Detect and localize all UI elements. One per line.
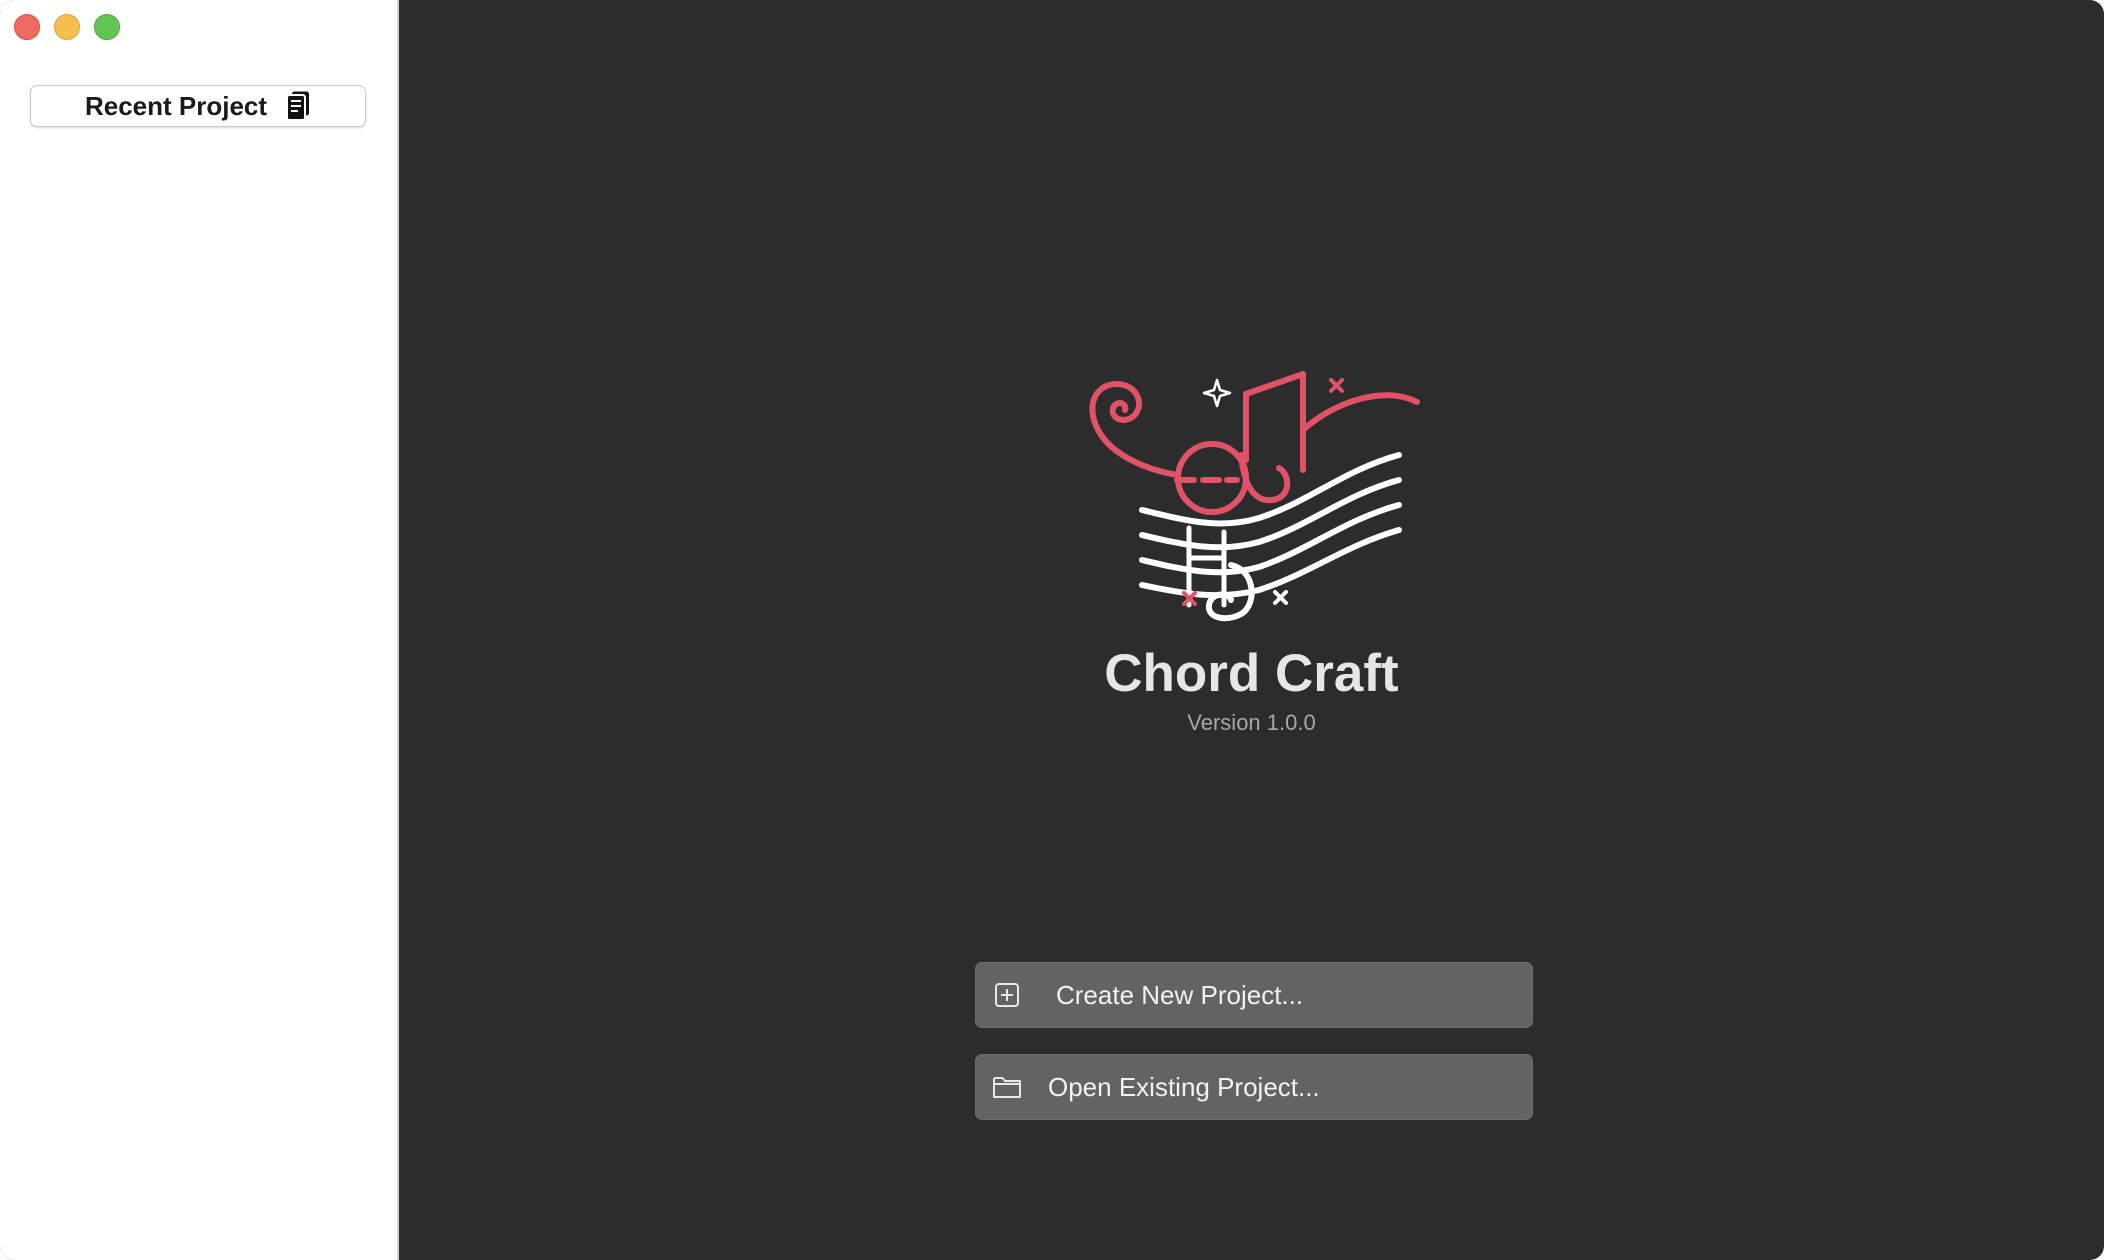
sidebar: Recent Project: [0, 0, 399, 1260]
plus-square-icon: [995, 983, 1019, 1007]
create-new-project-label: Create New Project...: [1056, 979, 1304, 1010]
minimize-window-button[interactable]: [54, 14, 80, 40]
zoom-window-button[interactable]: [94, 14, 120, 40]
close-window-button[interactable]: [14, 14, 40, 40]
folder-icon: [993, 1077, 1021, 1098]
welcome-panel: Chord Craft Version 1.0.0 Create New Pro…: [399, 0, 2104, 1260]
app-title: Chord Craft: [1104, 644, 1399, 703]
music-notes-staff-logo: [1089, 371, 1420, 622]
recent-project-label: Recent Project: [84, 90, 268, 121]
app-version: Version 1.0.0: [1187, 710, 1316, 735]
recent-project-button[interactable]: Recent Project: [30, 85, 366, 127]
app-window: Recent Project Chord Craft Version 1.0.0…: [0, 0, 2104, 1260]
create-new-project-button[interactable]: Create New Project...: [975, 962, 1533, 1028]
document-stack-icon: [286, 91, 310, 121]
open-existing-project-label: Open Existing Project...: [1048, 1071, 1320, 1102]
open-existing-project-button[interactable]: Open Existing Project...: [975, 1054, 1533, 1120]
